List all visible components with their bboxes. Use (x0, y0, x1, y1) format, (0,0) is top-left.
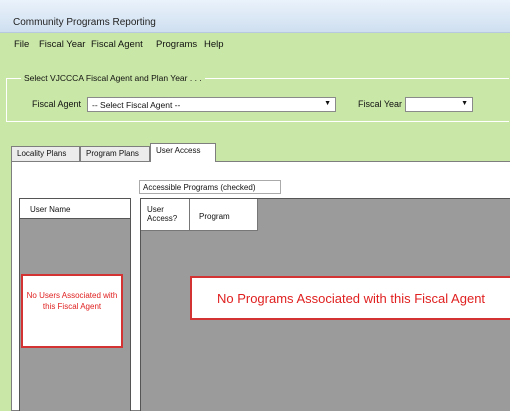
selection-group: Select VJCCCA Fiscal Agent and Plan Year… (6, 73, 509, 122)
fiscal-agent-value: -- Select Fiscal Agent -- (92, 100, 181, 110)
menu-fiscal-year[interactable]: Fiscal Year (39, 39, 85, 50)
program-grid-header: User Access? Program (141, 199, 258, 231)
tab-user-access[interactable]: User Access (150, 143, 216, 162)
menu-help[interactable]: Help (204, 39, 224, 50)
column-divider (189, 199, 190, 230)
selection-legend: Select VJCCCA Fiscal Agent and Plan Year… (21, 73, 205, 83)
menu-fiscal-agent[interactable]: Fiscal Agent (91, 39, 143, 50)
no-programs-message: No Programs Associated with this Fiscal … (190, 276, 510, 320)
chevron-down-icon: ▼ (324, 100, 331, 107)
menu-file[interactable]: File (14, 39, 29, 50)
window-title: Community Programs Reporting (13, 17, 156, 28)
no-users-message: No Users Associated with this Fiscal Age… (21, 274, 123, 348)
fiscal-year-dropdown[interactable]: ▼ (405, 97, 473, 112)
fiscal-agent-dropdown[interactable]: -- Select Fiscal Agent -- ▼ (87, 97, 336, 112)
accessible-programs-label: Accessible Programs (checked) (139, 180, 281, 194)
fiscal-agent-label: Fiscal Agent (32, 99, 82, 109)
menu-bar: File Fiscal Year Fiscal Agent Programs H… (0, 34, 510, 54)
chevron-down-icon: ▼ (461, 100, 468, 107)
tab-program-plans[interactable]: Program Plans (80, 146, 150, 161)
title-bar: Community Programs Reporting (0, 0, 510, 33)
program-column-header[interactable]: Program (199, 212, 230, 221)
user-name-header-label: User Name (30, 205, 71, 214)
tab-locality-plans[interactable]: Locality Plans (11, 146, 80, 161)
user-access-column-header[interactable]: User Access? (147, 205, 187, 223)
fiscal-year-label: Fiscal Year (358, 99, 403, 109)
user-name-column-header[interactable]: User Name (20, 199, 130, 219)
menu-programs[interactable]: Programs (156, 39, 197, 50)
